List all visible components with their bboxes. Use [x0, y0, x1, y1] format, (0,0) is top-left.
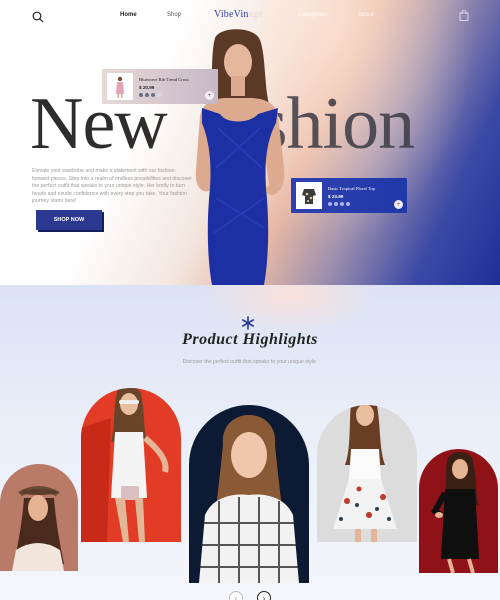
- floral-top-thumbnail-icon: [302, 188, 316, 204]
- add-to-cart-button[interactable]: +: [205, 91, 214, 100]
- product-name: Basic Tropical Floral Top: [328, 185, 375, 191]
- product-image-white-dress[interactable]: [81, 388, 181, 542]
- model-floral-skirt-image: [333, 405, 397, 542]
- product-image-black-dress[interactable]: [419, 449, 498, 573]
- previous-arrow-icon[interactable]: ‹: [229, 591, 243, 600]
- asterisk-icon: [241, 316, 254, 330]
- hero-section: Home Shop VibeVinage Categories About Ne…: [0, 0, 500, 285]
- model-hat-image: [12, 486, 64, 571]
- product-card-1[interactable]: Bluewave Rib Trend Cross $ 20.99 +: [102, 69, 218, 104]
- product-price: $ 20.99: [139, 84, 155, 90]
- shop-now-button[interactable]: SHOP NOW: [36, 210, 102, 230]
- nav-about-link[interactable]: About: [358, 12, 374, 18]
- add-to-cart-button[interactable]: +: [394, 200, 403, 209]
- nav-shop-link[interactable]: Shop: [167, 12, 181, 18]
- model-white-dress-image: [81, 388, 169, 542]
- carousel-pagination: ‹ ›: [0, 591, 500, 600]
- shopping-bag-icon[interactable]: [459, 10, 469, 21]
- product-price: $ 23.99: [328, 193, 344, 199]
- logo-tail: age: [248, 9, 264, 20]
- hero-model-image: [195, 29, 285, 285]
- section-title: Product Highlights: [182, 331, 318, 348]
- model-plaid-shirt-image: [199, 415, 299, 583]
- product-image-floral-skirt[interactable]: [317, 405, 417, 542]
- product-image-hat-look[interactable]: [0, 464, 78, 571]
- next-arrow-icon[interactable]: ›: [257, 591, 271, 600]
- hero-description: Elevate your wardrobe and make a stateme…: [32, 168, 192, 205]
- color-swatches[interactable]: [328, 201, 375, 206]
- decorative-glow: [200, 285, 380, 335]
- brand-logo[interactable]: VibeVinage: [214, 9, 263, 20]
- nav-home-link[interactable]: Home: [120, 12, 137, 18]
- product-highlights-section: Product Highlights Discover the perfect …: [0, 285, 500, 600]
- section-subtitle: Discover the perfect outfit that speaks …: [182, 359, 318, 365]
- product-name: Bluewave Rib Trend Cross: [139, 76, 189, 82]
- search-icon[interactable]: [32, 11, 44, 23]
- color-swatches[interactable]: [139, 92, 189, 97]
- product-thumbnail: [296, 182, 322, 209]
- product-thumbnail: [107, 73, 133, 100]
- model-black-dress-image: [431, 452, 479, 573]
- product-image-plaid-shirt[interactable]: [189, 405, 309, 583]
- pink-dress-thumbnail-icon: [116, 76, 124, 98]
- logo-main: VibeVin: [214, 9, 249, 20]
- nav-categories-link[interactable]: Categories: [298, 12, 327, 18]
- product-card-2[interactable]: Basic Tropical Floral Top $ 23.99 +: [291, 178, 407, 213]
